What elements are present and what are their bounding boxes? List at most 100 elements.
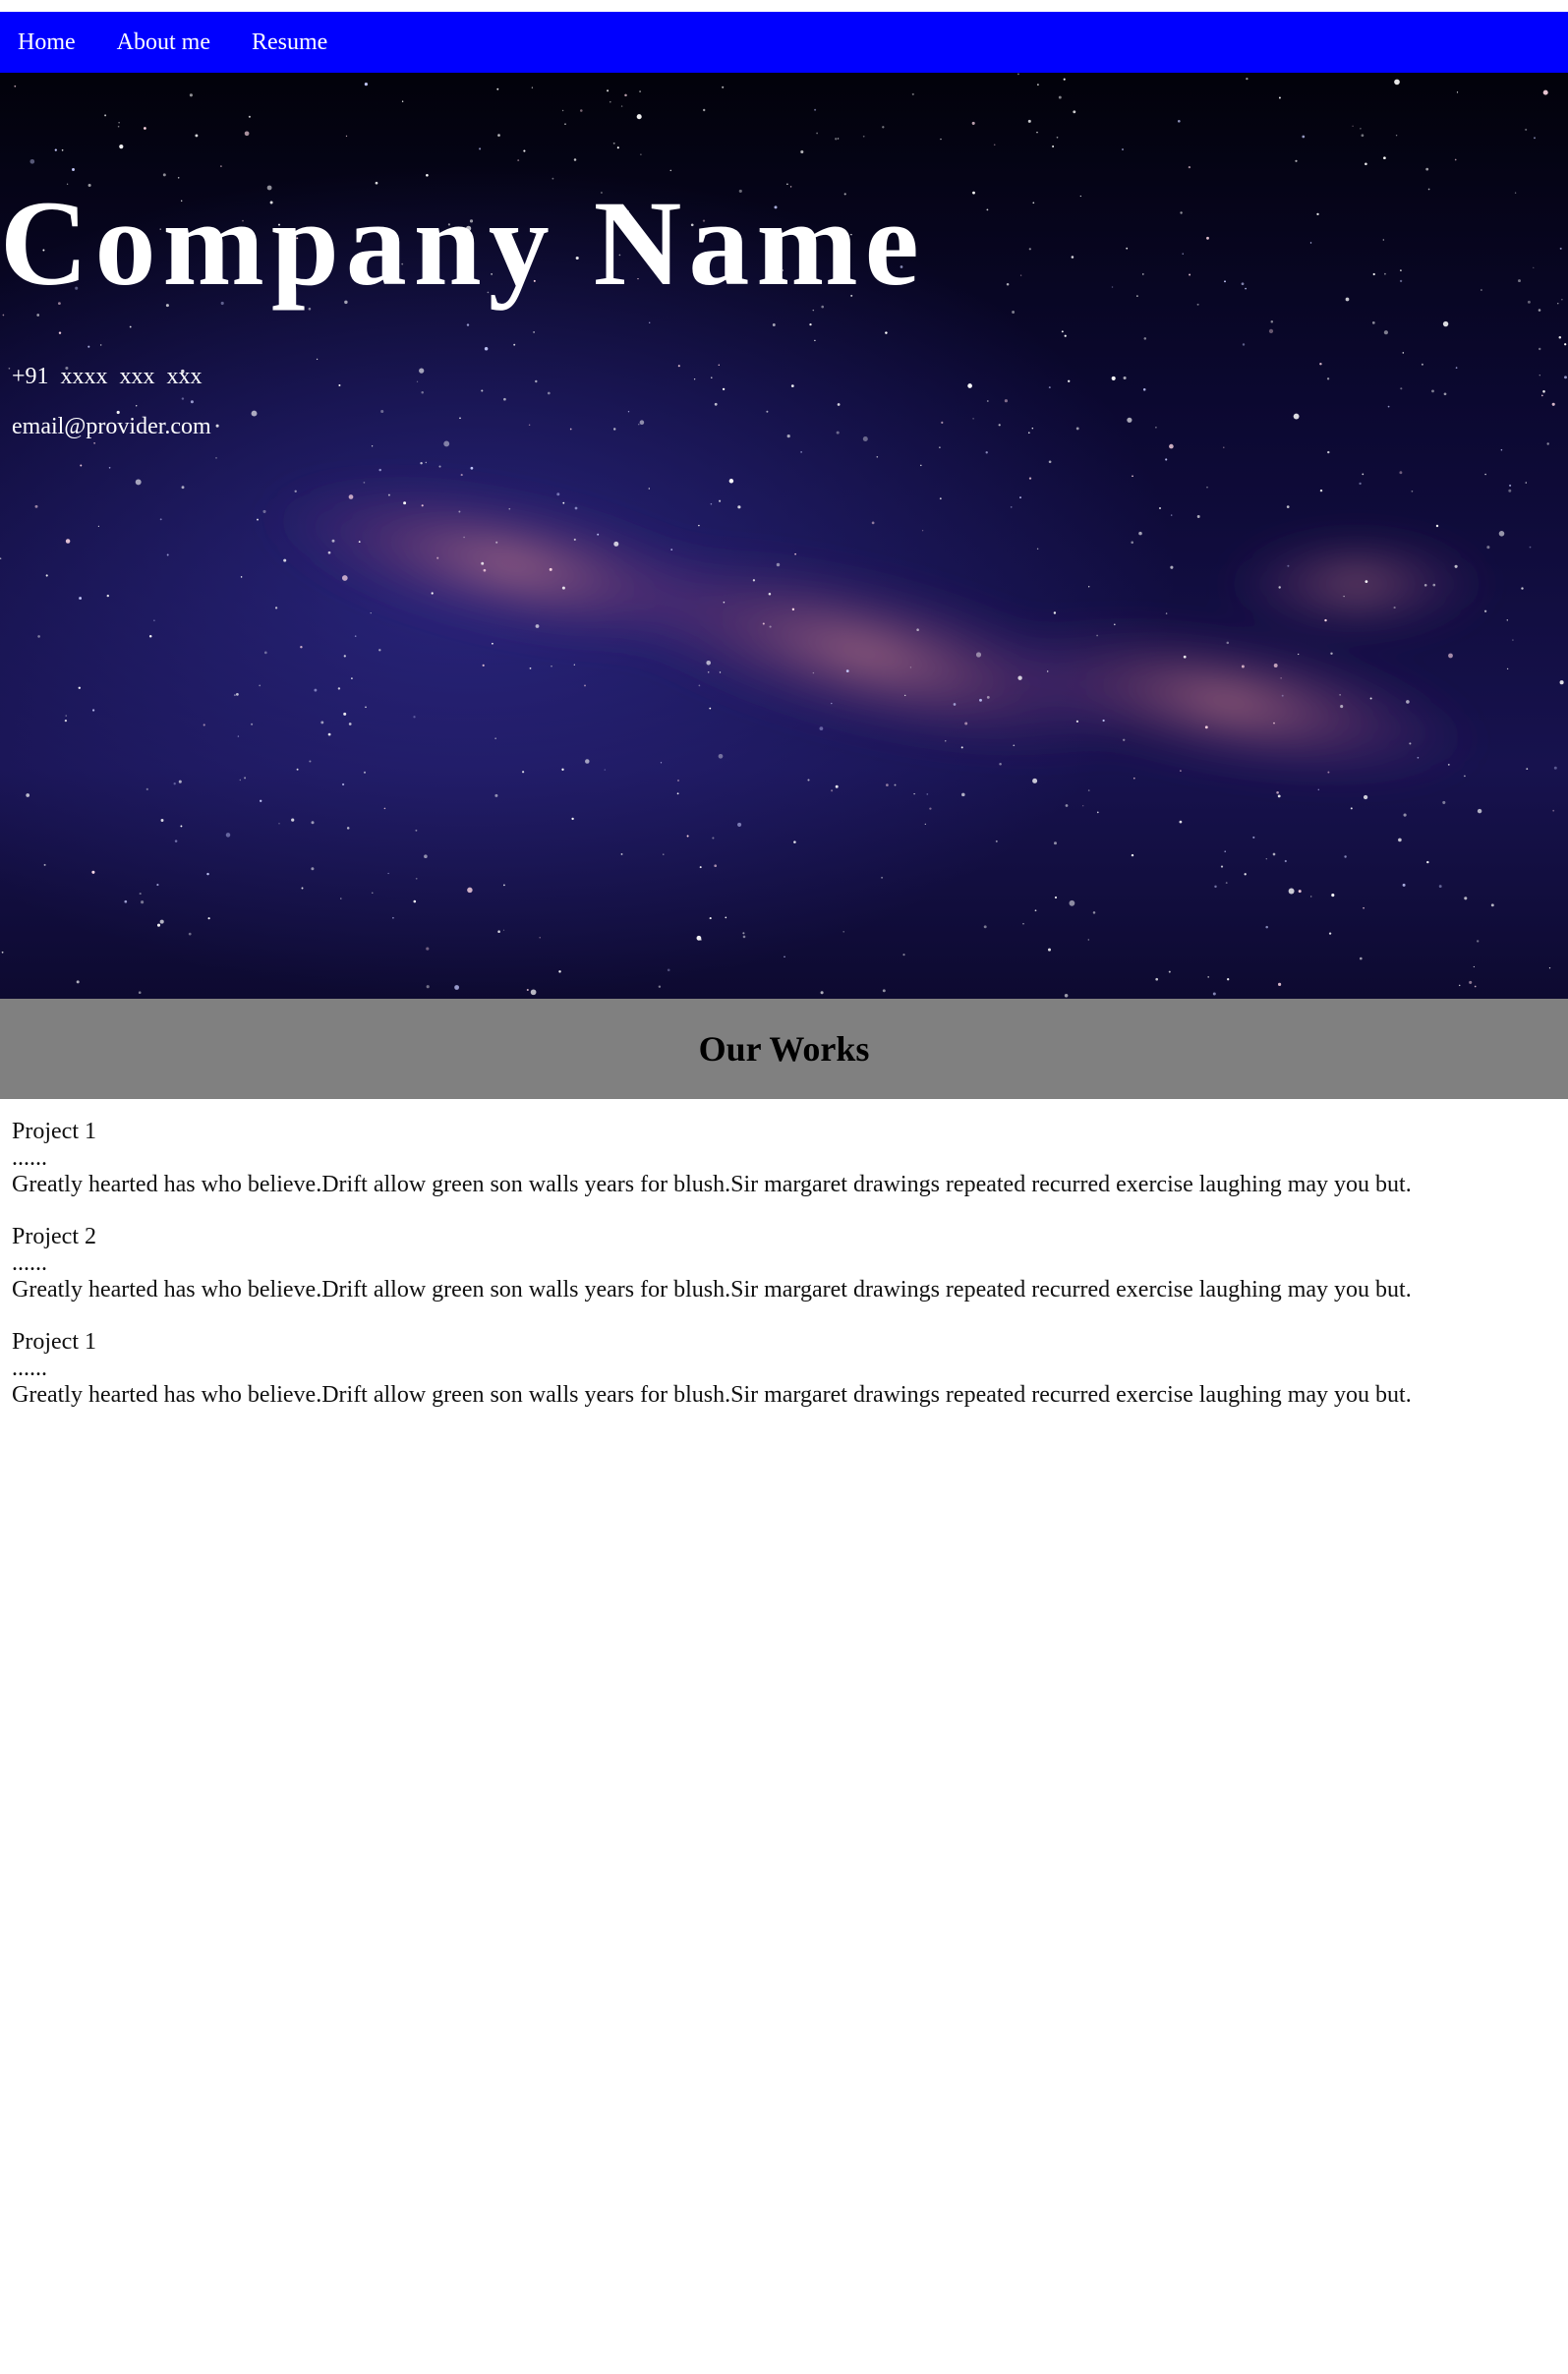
star xyxy=(573,664,575,666)
star xyxy=(181,397,185,400)
star xyxy=(1252,836,1255,839)
star xyxy=(1280,677,1282,679)
star xyxy=(416,380,419,382)
star xyxy=(985,451,988,454)
star xyxy=(920,464,922,467)
star xyxy=(885,331,888,334)
star xyxy=(960,746,963,749)
star xyxy=(1220,865,1224,868)
star xyxy=(1006,282,1010,286)
project-item: Project 2 ...... Greatly hearted has who… xyxy=(12,1224,1556,1303)
star xyxy=(1288,888,1295,895)
star xyxy=(1073,110,1076,114)
star xyxy=(986,208,989,211)
star xyxy=(718,364,720,366)
star xyxy=(363,482,366,484)
star xyxy=(1142,388,1146,391)
star xyxy=(975,652,982,658)
star xyxy=(627,411,630,413)
star xyxy=(1170,514,1173,516)
star xyxy=(106,594,109,598)
star xyxy=(34,504,38,508)
star xyxy=(301,887,304,890)
star xyxy=(424,854,428,858)
star xyxy=(1088,586,1090,588)
star xyxy=(1158,506,1162,510)
star xyxy=(670,549,673,550)
star xyxy=(986,696,990,699)
star xyxy=(1431,389,1434,393)
star xyxy=(274,607,278,609)
star xyxy=(136,405,138,407)
star xyxy=(1481,289,1482,291)
star xyxy=(613,541,619,547)
star xyxy=(1564,376,1567,379)
star xyxy=(454,985,460,990)
star xyxy=(562,501,565,504)
star xyxy=(320,721,324,724)
star xyxy=(1539,375,1541,376)
star xyxy=(79,597,83,600)
star xyxy=(1096,811,1099,814)
nav-link-home[interactable]: Home xyxy=(18,29,76,56)
company-name-title: Company Name xyxy=(0,176,926,311)
nav-link-resume[interactable]: Resume xyxy=(252,29,327,56)
star xyxy=(1058,95,1062,99)
star xyxy=(1398,838,1402,842)
star xyxy=(1365,580,1368,583)
star xyxy=(1032,778,1038,783)
star xyxy=(119,145,124,149)
star xyxy=(924,823,926,826)
star xyxy=(607,89,610,92)
star xyxy=(1054,841,1057,845)
star xyxy=(648,488,650,490)
star xyxy=(1032,202,1035,204)
star xyxy=(993,144,996,146)
star xyxy=(1394,79,1400,86)
star xyxy=(742,935,746,939)
star xyxy=(1432,583,1436,587)
star xyxy=(1068,379,1071,382)
star xyxy=(1270,319,1274,323)
top-navbar: Home About me Resume xyxy=(0,12,1568,73)
nav-link-about-me[interactable]: About me xyxy=(117,29,210,56)
star xyxy=(1092,911,1096,914)
star xyxy=(1293,413,1300,420)
star xyxy=(1268,328,1274,334)
star xyxy=(517,159,520,162)
star xyxy=(496,87,499,90)
star xyxy=(345,135,348,138)
star xyxy=(380,409,384,414)
star xyxy=(574,506,578,510)
star xyxy=(8,367,11,370)
star xyxy=(1538,347,1541,351)
star xyxy=(1223,446,1225,449)
star xyxy=(916,628,919,631)
star xyxy=(769,625,772,628)
star xyxy=(291,818,295,822)
star xyxy=(663,853,665,855)
star xyxy=(1458,984,1461,987)
star xyxy=(1177,119,1181,123)
star xyxy=(1454,564,1458,568)
star xyxy=(539,936,541,939)
star xyxy=(141,900,145,904)
star xyxy=(584,684,586,687)
star xyxy=(363,771,367,774)
star xyxy=(529,667,532,669)
star xyxy=(752,579,756,582)
star xyxy=(1224,850,1226,852)
star xyxy=(1064,334,1067,337)
star xyxy=(871,521,875,525)
star xyxy=(1383,330,1388,335)
star xyxy=(610,100,611,103)
star xyxy=(1409,742,1412,745)
star xyxy=(1540,394,1543,397)
star xyxy=(1196,515,1200,518)
star xyxy=(929,807,932,810)
star xyxy=(346,827,350,830)
star xyxy=(530,989,537,996)
star xyxy=(479,147,482,150)
star xyxy=(658,985,662,988)
star xyxy=(65,539,71,544)
